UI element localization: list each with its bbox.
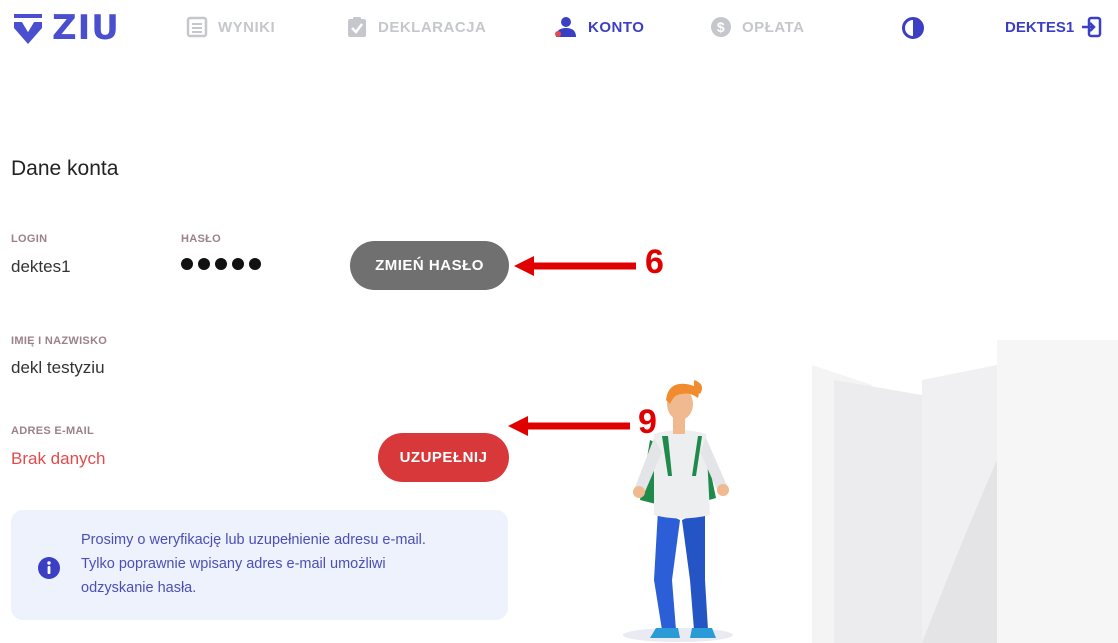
info-line: Tylko poprawnie wpisany adres e-mail umo…	[81, 556, 386, 572]
email-label: ADRES E-MAIL	[11, 425, 95, 437]
fill-email-button[interactable]: UZUPEŁNIJ	[378, 433, 509, 482]
nav-item-konto[interactable]: KONTO	[554, 16, 644, 38]
nav-item-wyniki[interactable]: WYNIKI	[186, 16, 275, 38]
password-dot	[215, 258, 227, 270]
door-illustration	[812, 340, 1118, 643]
user-logout[interactable]: DEKTES1	[1005, 16, 1102, 38]
password-dot	[249, 258, 261, 270]
email-value: Brak danych	[11, 449, 106, 468]
email-info-box: Prosimy o weryfikację lub uzupełnienie a…	[11, 510, 508, 620]
annotation-arrow-6	[514, 256, 636, 276]
person-illustration	[623, 380, 733, 642]
brand-name: ZIU	[52, 8, 120, 48]
change-password-button[interactable]: ZMIEŃ HASŁO	[350, 241, 509, 290]
clipboard-check-icon	[348, 17, 366, 37]
password-mask	[181, 258, 261, 270]
password-dot	[181, 258, 193, 270]
info-message: Prosimy o weryfikację lub uzupełnienie a…	[81, 528, 501, 600]
user-icon	[555, 17, 576, 37]
nav-item-deklaracja[interactable]: DEKLARACJA	[346, 16, 486, 38]
logout-icon	[1082, 16, 1102, 38]
nav-label-wyniki: WYNIKI	[218, 18, 276, 36]
nav-label-deklaracja: DEKLARACJA	[378, 18, 487, 36]
login-label: LOGIN	[11, 233, 48, 245]
username-label: DEKTES1	[1005, 18, 1075, 36]
contrast-icon[interactable]	[902, 17, 924, 39]
ziu-logo[interactable]: ZIU	[10, 8, 120, 48]
name-label: IMIĘ I NAZWISKO	[11, 335, 108, 347]
nav-label-oplata: OPŁATA	[742, 18, 805, 36]
page-title: Dane konta	[11, 157, 119, 180]
info-line: Prosimy o weryfikację lub uzupełnienie a…	[81, 532, 426, 548]
info-icon	[38, 557, 60, 579]
dollar-coin-icon: $	[711, 17, 731, 37]
nav-item-oplata[interactable]: $ OPŁATA	[710, 16, 804, 38]
password-label: HASŁO	[181, 233, 221, 245]
shield-logo-icon	[14, 14, 42, 44]
top-navigation: ZIU WYNIKI DEKLARACJA KONTO $ OPŁATA DEK…	[0, 0, 1118, 60]
password-dot	[198, 258, 210, 270]
annotation-number-6: 6	[645, 243, 664, 281]
list-icon	[186, 16, 208, 38]
svg-text:$: $	[717, 19, 725, 35]
password-dot	[232, 258, 244, 270]
login-value: dektes1	[11, 257, 71, 276]
info-line: odzyskanie hasła.	[81, 580, 197, 596]
nav-label-konto: KONTO	[588, 18, 645, 36]
name-value: dekl testyziu	[11, 358, 105, 377]
